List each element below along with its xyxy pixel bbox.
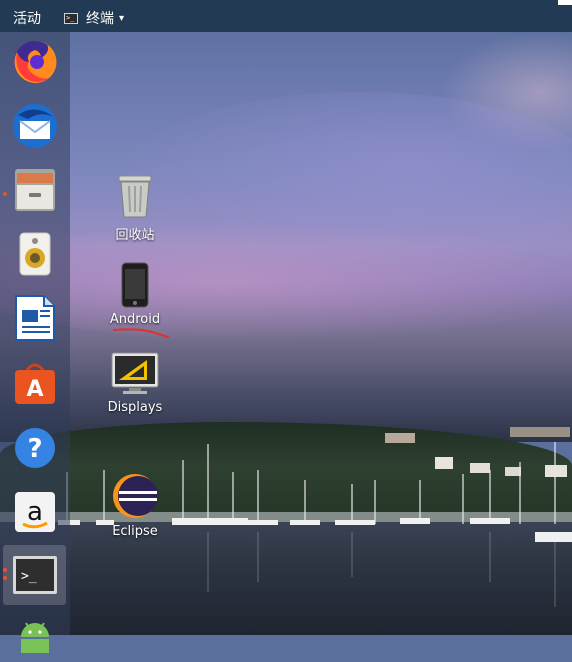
wallpaper-sailboats	[58, 442, 572, 607]
red-annotation-underline	[113, 328, 169, 338]
desktop-icon-label: Android	[109, 312, 161, 327]
svg-text:A: A	[26, 377, 43, 402]
terminal-small-icon: >_	[64, 12, 78, 24]
help-icon: ?	[15, 428, 55, 468]
rhythmbox-icon	[19, 232, 51, 276]
dock-item-firefox[interactable]	[8, 35, 62, 89]
android-icon	[21, 622, 49, 653]
dock-item-thunderbird[interactable]	[8, 99, 62, 153]
dock: A ? a >_	[0, 32, 70, 653]
libreoffice-writer-icon	[15, 295, 55, 341]
files-icon	[15, 169, 55, 211]
desktop-icon-displays[interactable]: Displays	[90, 352, 180, 415]
svg-text:?: ?	[27, 434, 42, 464]
desktop-icon-android[interactable]: Android	[90, 262, 180, 327]
dock-item-libreoffice-writer[interactable]	[8, 291, 62, 345]
desktop-icon-label: Displays	[107, 400, 163, 415]
android-phone-icon	[121, 262, 149, 308]
topbar-right-segment	[558, 5, 572, 32]
dock-item-ubuntu-software[interactable]: A	[8, 356, 62, 410]
dock-item-terminal[interactable]: >_	[8, 548, 62, 602]
amazon-icon: a	[15, 492, 55, 532]
dock-item-files[interactable]	[8, 163, 62, 217]
app-menu-button[interactable]: >_ 终端 ▾	[64, 8, 124, 28]
ubuntu-software-icon: A	[15, 363, 55, 404]
svg-text:a: a	[27, 497, 43, 527]
dock-item-rhythmbox[interactable]	[8, 227, 62, 281]
desktop-icon-label: 回收站	[115, 228, 155, 243]
running-indicator	[3, 192, 7, 196]
running-indicator	[3, 576, 7, 580]
desktop-icon-eclipse[interactable]: Eclipse	[90, 472, 180, 539]
dock-item-amazon[interactable]: a	[8, 485, 62, 539]
terminal-icon: >_	[13, 556, 57, 594]
trash-icon	[118, 175, 152, 218]
desktop-icon-trash[interactable]: 回收站	[90, 172, 180, 243]
eclipse-icon	[113, 474, 158, 518]
desktop-wallpaper	[0, 32, 572, 635]
app-menu-label: 终端	[86, 11, 114, 27]
dock-item-help[interactable]: ?	[8, 421, 62, 475]
running-indicator	[3, 568, 7, 572]
chevron-down-icon: ▾	[119, 12, 125, 24]
svg-text:>_: >_	[21, 569, 37, 584]
dock-item-android[interactable]	[8, 608, 62, 662]
firefox-icon	[14, 40, 57, 83]
activities-button[interactable]: 活动	[13, 8, 41, 28]
displays-icon	[111, 352, 159, 394]
top-bar: 活动 >_ 终端 ▾	[0, 0, 558, 32]
desktop-icon-label: Eclipse	[112, 524, 158, 539]
thunderbird-icon	[13, 104, 57, 148]
